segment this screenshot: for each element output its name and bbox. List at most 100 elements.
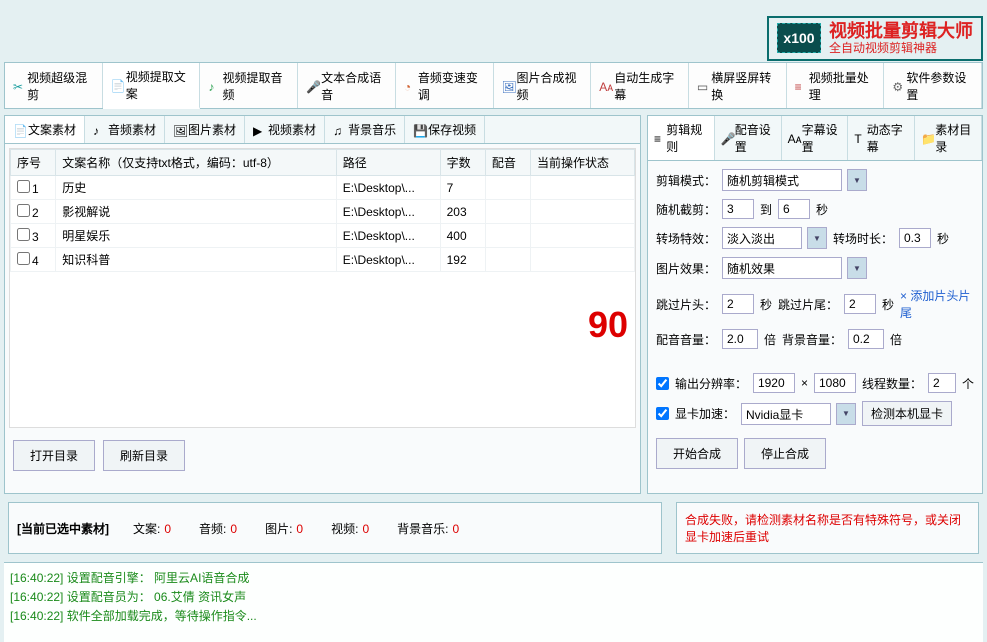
out-h-input[interactable] [814,373,856,393]
main-tab-0[interactable]: ✂视频超级混剪 [5,63,103,108]
trans-label: 转场特效： [656,230,716,247]
voice-vol-label: 配音音量： [656,331,716,348]
tab-icon: ✂ [13,80,24,92]
sub-tab-4[interactable]: ♫背景音乐 [325,116,405,143]
main-tab-3[interactable]: 🎤文本合成语音 [298,63,396,108]
tab-icon: ◔ [404,80,415,92]
main-tab-8[interactable]: ≡视频批量处理 [787,63,885,108]
brand-box: x100 视频批量剪辑大师 全自动视频剪辑神器 [767,16,983,61]
tab-label: 图片素材 [188,121,236,138]
rand-cut-label: 随机截剪： [656,201,716,218]
skip-tail-input[interactable] [844,294,876,314]
main-tab-bar: ✂视频超级混剪📄视频提取文案♪视频提取音频🎤文本合成语音◔音频变速变调🖼图片合成… [4,62,983,109]
tab-icon: ♪ [208,80,219,92]
table-row[interactable]: 2影视解说E:\Desktop\...203 [11,200,635,224]
start-button[interactable]: 开始合成 [656,438,738,469]
sub-tab-2[interactable]: 🖼图片素材 [165,116,245,143]
main-tab-5[interactable]: 🖼图片合成视频 [494,63,592,108]
open-dir-button[interactable]: 打开目录 [13,440,95,471]
thread-label: 线程数量： [862,375,922,392]
tab-icon: ▭ [697,80,708,92]
main-tab-7[interactable]: ▭横屏竖屏转换 [689,63,787,108]
trans-dur-input[interactable] [899,228,931,248]
status-item: 音频:0 [199,522,237,536]
row-checkbox[interactable] [17,228,30,241]
stop-button[interactable]: 停止合成 [744,438,826,469]
tab-label: 图片合成视频 [517,69,583,103]
out-res-checkbox[interactable] [656,377,669,390]
threads-input[interactable] [928,373,956,393]
log-panel: [16:40:22] 设置配音引擎： 阿里云AI语音合成[16:40:22] 设… [4,562,983,642]
col-header[interactable]: 配音 [485,150,530,176]
tab-icon: Aᴀ [599,80,611,92]
setting-tab-3[interactable]: T动态字幕 [848,116,915,160]
rand-from-input[interactable] [722,199,754,219]
unit-label: 个 [962,375,974,392]
col-header[interactable]: 字数 [440,150,485,176]
tab-icon: ▶ [253,124,265,136]
table-row[interactable]: 1历史E:\Desktop\...7 [11,176,635,200]
tab-label: 文本合成语音 [321,69,387,103]
rand-to-input[interactable] [778,199,810,219]
tab-icon: ⚙ [892,80,903,92]
dropdown-icon[interactable] [847,169,867,191]
tab-label: 保存视频 [428,121,476,138]
row-checkbox[interactable] [17,180,30,193]
refresh-dir-button[interactable]: 刷新目录 [103,440,185,471]
gpu-checkbox[interactable] [656,407,669,420]
trans-select[interactable]: 淡入淡出 [722,227,802,249]
add-head-tail-link[interactable]: × 添加片头片尾 [900,287,974,321]
setting-tab-4[interactable]: 📁素材目录 [915,116,982,160]
right-panel: ≡剪辑规则🎤配音设置Aᴀ字幕设置T动态字幕📁素材目录 剪辑模式： 随机剪辑模式 … [647,115,983,494]
log-line: [16:40:22] 设置配音引擎： 阿里云AI语音合成 [10,569,977,588]
row-checkbox[interactable] [17,252,30,265]
col-header[interactable]: 文案名称（仅支持txt格式，编码：utf-8） [56,150,337,176]
main-tab-1[interactable]: 📄视频提取文案 [103,63,201,109]
row-checkbox[interactable] [17,204,30,217]
img-fx-select[interactable]: 随机效果 [722,257,842,279]
tab-label: 配音设置 [735,121,775,155]
tab-label: 文案素材 [28,121,76,138]
tab-label: 背景音乐 [348,121,396,138]
detect-gpu-button[interactable]: 检测本机显卡 [862,401,952,426]
clip-mode-select[interactable]: 随机剪辑模式 [722,169,842,191]
log-line: [16:40:22] 设置配音员为： 06.艾倩 资讯女声 [10,588,977,607]
tab-icon: 📄 [13,124,25,136]
col-header[interactable]: 序号 [11,150,56,176]
gpu-select[interactable]: Nvidia显卡 [741,403,831,425]
to-label: 到 [760,201,772,218]
sub-tab-5[interactable]: 💾保存视频 [405,116,485,143]
col-header[interactable]: 当前操作状态 [531,150,635,176]
table-row[interactable]: 3明星娱乐E:\Desktop\...400 [11,224,635,248]
tab-icon: 🖼 [173,124,185,136]
setting-tab-1[interactable]: 🎤配音设置 [715,116,782,160]
dropdown-icon[interactable] [836,403,856,425]
dropdown-icon[interactable] [807,227,827,249]
error-message: 合成失败，请检测素材名称是否有特殊符号，或关闭显卡加速后重试 [685,511,970,545]
sec-label: 秒 [882,296,894,313]
table-row[interactable]: 4知识科普E:\Desktop\...192 [11,248,635,272]
col-header[interactable]: 路径 [336,150,440,176]
brand-subtitle: 全自动视频剪辑神器 [829,42,973,55]
tab-icon: ≡ [795,80,806,92]
selected-label: [当前已选中素材] [17,520,109,537]
setting-tab-0[interactable]: ≡剪辑规则 [648,116,715,160]
setting-tab-2[interactable]: Aᴀ字幕设置 [782,116,849,160]
main-tab-9[interactable]: ⚙软件参数设置 [884,63,982,108]
skip-tail-label: 跳过片尾： [778,296,838,313]
times-label: 倍 [764,331,776,348]
sub-tab-3[interactable]: ▶视频素材 [245,116,325,143]
main-tab-6[interactable]: Aᴀ自动生成字幕 [591,63,689,108]
main-tab-2[interactable]: ♪视频提取音频 [200,63,298,108]
tab-label: 视频提取文案 [126,68,192,102]
tab-icon: 📁 [921,132,933,144]
sub-tab-1[interactable]: ♪音频素材 [85,116,165,143]
voice-vol-input[interactable] [722,329,758,349]
sub-tab-0[interactable]: 📄文案素材 [5,116,85,143]
main-tab-4[interactable]: ◔音频变速变调 [396,63,494,108]
dropdown-icon[interactable] [847,257,867,279]
bg-vol-input[interactable] [848,329,884,349]
skip-head-input[interactable] [722,294,754,314]
status-bar-left: [当前已选中素材] 文案:0音频:0图片:0视频:0背景音乐:0 [8,502,662,554]
out-w-input[interactable] [753,373,795,393]
